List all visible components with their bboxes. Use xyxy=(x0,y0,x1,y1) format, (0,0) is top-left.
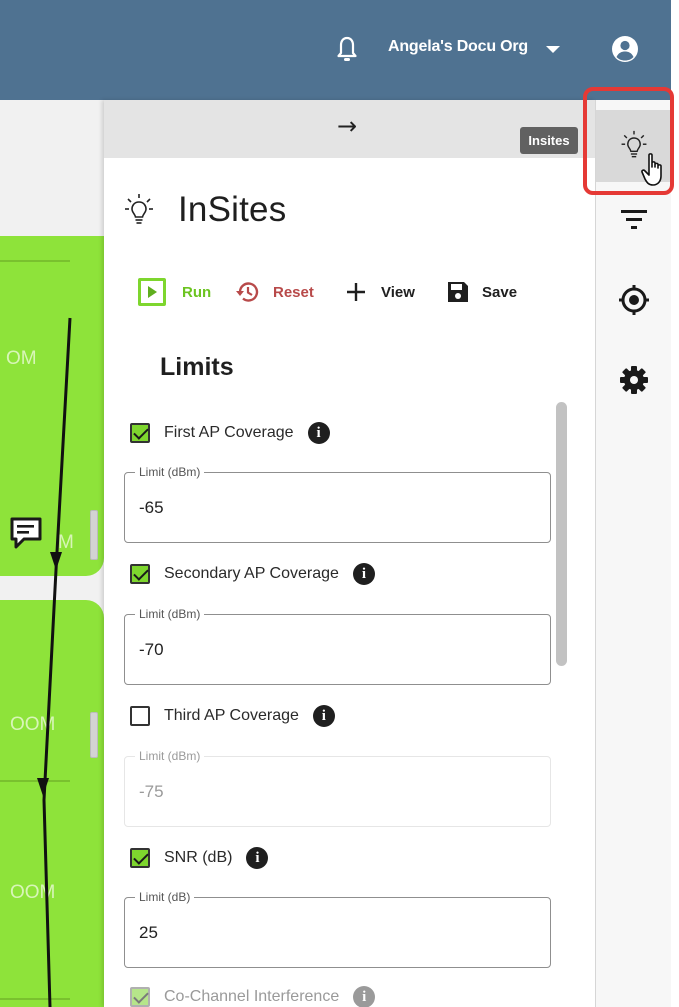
snr-limit-field[interactable]: Limit (dB) xyxy=(124,890,551,968)
info-icon[interactable]: i xyxy=(353,986,376,1007)
hand-pointer-icon xyxy=(641,153,662,186)
first-ap-limit-input[interactable] xyxy=(139,498,519,518)
gear-icon[interactable] xyxy=(618,364,650,396)
top-app-bar: Angela's Docu Org xyxy=(0,0,671,100)
run-label: Run xyxy=(182,283,212,301)
history-icon xyxy=(236,282,259,302)
limits-heading: Limits xyxy=(160,353,234,381)
arrow-right-icon[interactable]: → xyxy=(337,112,357,140)
panel-scrollbar[interactable] xyxy=(556,402,567,666)
first-ap-coverage-label: First AP Coverage xyxy=(164,424,294,441)
info-icon[interactable]: i xyxy=(312,705,335,727)
info-icon[interactable]: i xyxy=(246,847,269,869)
first-ap-coverage-checkbox[interactable] xyxy=(130,423,150,443)
snr-label: SNR (dB) xyxy=(164,849,233,866)
co-channel-interference-row: Co-Channel Interference i xyxy=(130,984,376,1007)
run-button[interactable]: Run xyxy=(138,277,211,307)
secondary-ap-coverage-checkbox[interactable] xyxy=(130,564,150,584)
play-icon xyxy=(138,278,166,306)
chevron-down-icon[interactable] xyxy=(546,46,560,53)
save-icon xyxy=(448,282,468,302)
third-ap-coverage-checkbox[interactable] xyxy=(130,706,150,726)
first-ap-coverage-row: First AP Coverage i xyxy=(130,420,330,446)
snr-limit-input[interactable] xyxy=(139,923,519,943)
tooltip: Insites xyxy=(520,127,578,154)
org-switcher-label[interactable]: Angela's Docu Org xyxy=(388,38,528,56)
third-ap-coverage-label: Third AP Coverage xyxy=(164,707,299,724)
secondary-ap-limit-input[interactable] xyxy=(139,640,519,660)
walk-path-line xyxy=(37,317,72,1007)
field-label: Limit (dBm) xyxy=(135,607,205,621)
account-circle-icon[interactable] xyxy=(611,35,639,63)
field-label: Limit (dBm) xyxy=(135,749,205,763)
snr-row: SNR (dB) i xyxy=(130,845,269,871)
first-ap-limit-field[interactable]: Limit (dBm) xyxy=(124,465,551,543)
lightbulb-icon xyxy=(125,194,153,224)
save-button[interactable]: Save xyxy=(446,277,517,307)
field-label: Limit (dBm) xyxy=(135,465,205,479)
co-channel-interference-checkbox[interactable] xyxy=(130,987,150,1007)
secondary-ap-limit-field[interactable]: Limit (dBm) xyxy=(124,607,551,685)
target-icon[interactable] xyxy=(618,284,650,316)
info-icon[interactable]: i xyxy=(352,563,375,585)
co-channel-interference-label: Co-Channel Interference xyxy=(164,988,340,1005)
filter-icon[interactable] xyxy=(618,204,650,236)
third-ap-coverage-row: Third AP Coverage i xyxy=(130,703,335,729)
field-label: Limit (dB) xyxy=(135,890,195,904)
reset-button[interactable]: Reset xyxy=(235,277,314,307)
snr-checkbox[interactable] xyxy=(130,848,150,868)
save-label: Save xyxy=(482,283,518,301)
right-tool-rail xyxy=(595,100,672,1007)
view-button[interactable]: View xyxy=(345,277,415,307)
plus-icon xyxy=(347,283,365,301)
bell-icon[interactable] xyxy=(336,36,358,62)
view-label: View xyxy=(381,283,415,301)
third-ap-limit-field: Limit (dBm) xyxy=(124,749,551,827)
third-ap-limit-input xyxy=(139,782,519,802)
insites-panel: → Insites InSites Run Reset View Save Li… xyxy=(104,100,595,1007)
reset-label: Reset xyxy=(273,283,314,301)
secondary-ap-coverage-label: Secondary AP Coverage xyxy=(164,565,339,582)
secondary-ap-coverage-row: Secondary AP Coverage i xyxy=(130,561,375,587)
info-icon[interactable]: i xyxy=(307,422,330,444)
panel-title: InSites xyxy=(178,190,287,229)
